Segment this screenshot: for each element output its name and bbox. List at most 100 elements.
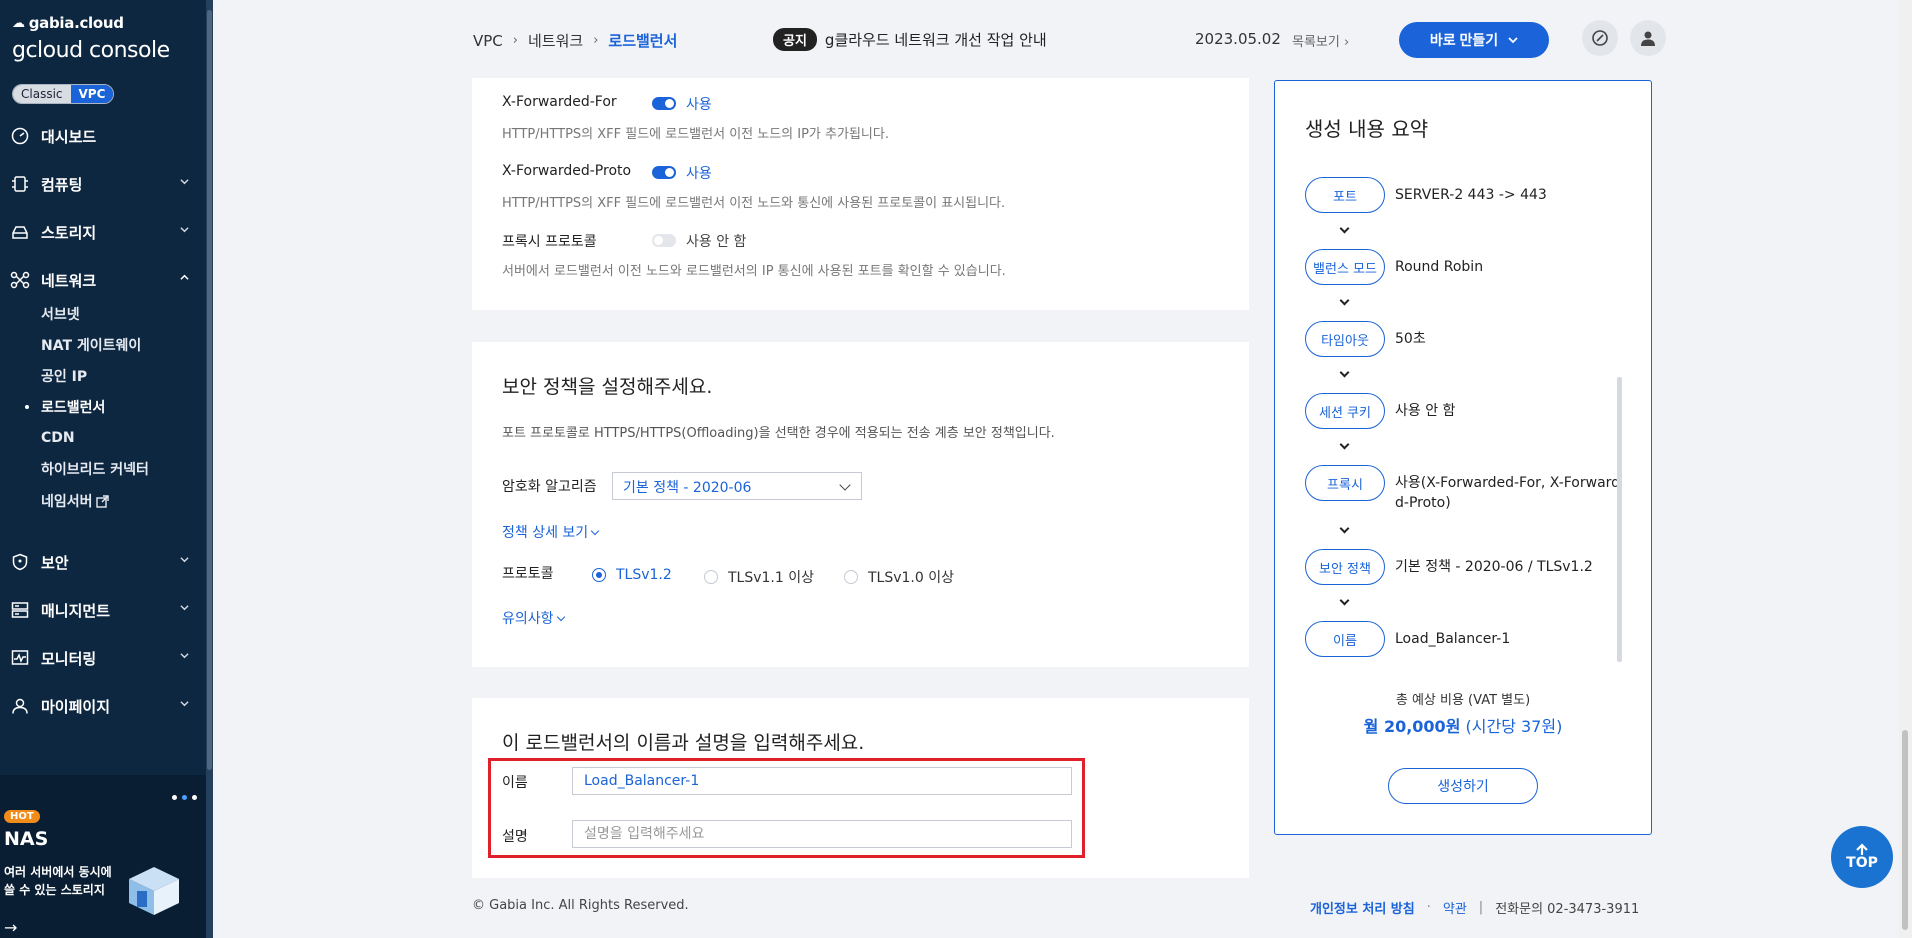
create-now-button[interactable]: 바로 만들기 <box>1399 22 1549 58</box>
promo-title: NAS <box>4 828 49 850</box>
description-label: 설명 <box>502 829 528 845</box>
summary-value-session-cookie: 사용 안 함 <box>1395 403 1456 419</box>
external-link-icon <box>95 494 109 508</box>
carousel-dot[interactable] <box>192 795 197 800</box>
summary-pill-session-cookie[interactable]: 세션 쿠키 <box>1305 393 1385 429</box>
nav-label: 매니지먼트 <box>41 601 111 620</box>
notice-badge: 공지 <box>773 28 817 51</box>
description-input[interactable] <box>572 820 1072 848</box>
storage-box-icon <box>129 867 179 915</box>
xff-label: X-Forwarded-For <box>502 94 617 110</box>
nav-label: 네트워크 <box>41 271 97 290</box>
xfp-toggle[interactable] <box>652 166 676 179</box>
summary-pill-name[interactable]: 이름 <box>1305 621 1385 657</box>
nav-network[interactable]: 네트워크 <box>0 263 213 297</box>
name-label: 이름 <box>502 775 528 791</box>
sidebar: ☁ gabia.cloud gcloud console Classic VPC… <box>0 0 213 938</box>
scroll-top-button[interactable]: TOP <box>1831 826 1893 888</box>
breadcrumb-vpc[interactable]: VPC <box>473 32 503 50</box>
chip-icon <box>10 174 30 194</box>
monitoring-icon <box>10 648 30 668</box>
cipher-select[interactable]: 기본 정책 - 2020-06 <box>612 472 862 500</box>
sidebar-item-cdn[interactable]: CDN <box>41 426 75 450</box>
promo-desc: 여러 서버에서 동시에 쓸 수 있는 스토리지 <box>4 865 112 897</box>
arrow-right-icon[interactable]: → <box>4 918 17 937</box>
sidebar-item-hybrid-connector[interactable]: 하이브리드 커넥터 <box>41 457 149 481</box>
footer-links: 개인정보 처리 방침 · 약관 | 전화문의 02-3473-3911 <box>1310 898 1639 917</box>
copyright: © Gabia Inc. All Rights Reserved. <box>472 898 689 913</box>
user-icon <box>10 696 30 716</box>
notice-text[interactable]: g클라우드 네트워크 개선 작업 안내 <box>825 29 1047 50</box>
privacy-policy-link[interactable]: 개인정보 처리 방침 <box>1310 898 1415 917</box>
sidebar-item-load-balancer[interactable]: 로드밸런서 <box>24 395 105 419</box>
profile-button[interactable] <box>1630 20 1666 56</box>
console-title[interactable]: gcloud console <box>12 38 170 63</box>
sidebar-item-nat-gateway[interactable]: NAT 게이트웨이 <box>41 333 141 357</box>
radio-dot <box>844 570 858 584</box>
dashboard-icon <box>10 126 30 146</box>
breadcrumb-network[interactable]: 네트워크 <box>528 30 583 51</box>
terms-link[interactable]: 약관 <box>1443 898 1467 917</box>
nav-monitoring[interactable]: 모니터링 <box>0 641 213 675</box>
notes-label: 유의사항 <box>502 611 554 627</box>
proxy-protocol-toggle[interactable] <box>652 234 676 247</box>
scrollbar-thumb[interactable] <box>1902 730 1908 930</box>
total-cost-monthly: 월 20,000원 <box>1363 717 1461 736</box>
summary-pill-proxy[interactable]: 프록시 <box>1305 465 1385 501</box>
promo-banner[interactable]: HOT NAS 여러 서버에서 동시에 쓸 수 있는 스토리지 → <box>0 775 213 938</box>
cipher-label: 암호화 알고리즘 <box>502 479 597 495</box>
sidebar-item-subnet[interactable]: 서브넷 <box>41 302 80 326</box>
nav-storage[interactable]: 스토리지 <box>0 215 213 249</box>
mode-toggle[interactable]: Classic VPC <box>12 84 115 104</box>
sidebar-item-nameserver[interactable]: 네임서버 <box>41 489 109 513</box>
summary-title: 생성 내용 요약 <box>1305 117 1429 141</box>
sidebar-scrollbar[interactable] <box>206 0 213 938</box>
radio-label: TLSv1.1 이상 <box>728 570 814 586</box>
sidebar-item-public-ip[interactable]: 공인 IP <box>41 364 87 388</box>
nav-label: 마이페이지 <box>41 697 111 716</box>
summary-pill-balance-mode[interactable]: 밸런스 모드 <box>1305 249 1385 285</box>
summary-pill-security-policy[interactable]: 보안 정책 <box>1305 549 1385 585</box>
breadcrumb: VPC › 네트워크 › 로드밸런서 <box>473 30 677 51</box>
footer-separator: · <box>1426 900 1431 915</box>
protocol-tls12-radio[interactable]: TLSv1.2 <box>592 567 672 583</box>
nav-mypage[interactable]: 마이페이지 <box>0 689 213 723</box>
notice-list-link[interactable]: 목록보기 › <box>1292 31 1349 50</box>
hot-badge: HOT <box>4 810 40 823</box>
nav-management[interactable]: 매니지먼트 <box>0 593 213 627</box>
notes-link[interactable]: 유의사항 <box>502 608 565 628</box>
nav-dashboard[interactable]: 대시보드 <box>0 119 213 153</box>
carousel-dots[interactable] <box>172 795 197 800</box>
mode-classic[interactable]: Classic <box>13 85 71 103</box>
security-policy-card: 보안 정책을 설정해주세요. 포트 프로토콜로 HTTPS/HTTPS(Offl… <box>472 342 1249 667</box>
protocol-tls11-radio[interactable]: TLSv1.1 이상 <box>704 567 814 587</box>
mode-vpc[interactable]: VPC <box>70 85 114 103</box>
create-button[interactable]: 생성하기 <box>1388 768 1538 804</box>
chevron-down-icon <box>590 526 600 535</box>
chevron-down-icon <box>1508 37 1518 44</box>
protocol-tls10-radio[interactable]: TLSv1.0 이상 <box>844 567 954 587</box>
chat-button[interactable] <box>1582 20 1618 56</box>
nav-computing[interactable]: 컴퓨팅 <box>0 167 213 201</box>
page-scrollbar[interactable] <box>1899 0 1912 938</box>
radio-label: TLSv1.0 이상 <box>868 570 954 586</box>
carousel-dot[interactable] <box>172 795 177 800</box>
chevron-down-icon <box>180 557 189 563</box>
notice[interactable]: 공지 g클라우드 네트워크 개선 작업 안내 <box>773 28 1047 51</box>
summary-pill-port[interactable]: 포트 <box>1305 177 1385 213</box>
summary-pill-timeout[interactable]: 타임아웃 <box>1305 321 1385 357</box>
radio-dot <box>592 568 606 582</box>
brand-logo[interactable]: ☁ gabia.cloud <box>12 14 124 32</box>
xff-toggle[interactable] <box>652 97 676 110</box>
carousel-dot-active[interactable] <box>182 795 187 800</box>
scrollbar-thumb[interactable] <box>207 10 212 770</box>
name-input[interactable] <box>572 767 1072 795</box>
radio-label: TLSv1.2 <box>616 567 672 583</box>
proxy-protocol-label: 프록시 프로토콜 <box>502 234 597 250</box>
cloud-icon: ☁ <box>12 15 25 31</box>
network-icon <box>10 270 30 290</box>
nav-security[interactable]: 보안 <box>0 545 213 579</box>
chevron-down-icon <box>1339 595 1350 606</box>
policy-detail-link[interactable]: 정책 상세 보기 <box>502 522 600 542</box>
summary-scrollbar[interactable] <box>1617 377 1622 662</box>
